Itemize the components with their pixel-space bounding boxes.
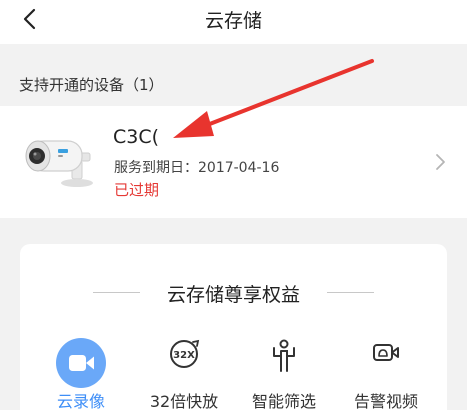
feature-smart-filter[interactable]: 智能筛选 [238, 336, 330, 410]
feature-32x-playback[interactable]: 32X 32倍快放 [138, 336, 230, 410]
page-title: 云存储 [204, 10, 262, 32]
service-expiry-date: 服务到期日：2017-04-16 [114, 160, 280, 176]
feature-label: 智能筛选 [251, 392, 316, 410]
video-camera-icon [56, 338, 106, 388]
feature-label: 云录像 [56, 392, 105, 410]
supported-devices-label: 支持开通的设备（1） [19, 76, 164, 94]
svg-text:32X: 32X [173, 350, 195, 361]
expired-status: 已过期 [114, 181, 160, 199]
title-divider-right [327, 292, 374, 293]
benefits-title: 云存储尊享权益 [166, 284, 300, 306]
person-filter-icon [273, 339, 295, 372]
device-list-item[interactable]: C3C( 服务到期日：2017-04-16 已过期 [0, 106, 467, 218]
device-name: C3C( [113, 126, 160, 148]
feature-alarm-video[interactable]: 告警视频 [340, 336, 432, 410]
chevron-right-icon[interactable] [432, 152, 448, 172]
feature-label: 告警视频 [353, 392, 418, 410]
feature-cloud-recording[interactable]: 云录像 [35, 336, 127, 410]
benefits-card: 云存储尊享权益 云录像 32X 32倍快放 智能筛选 告警视频 [20, 244, 447, 410]
speed-32x-icon: 32X [170, 339, 200, 368]
alarm-video-icon [373, 344, 399, 361]
camera-device-icon [25, 140, 93, 187]
nav-bar: 云存储 [0, 0, 467, 44]
feature-label: 32倍快放 [149, 392, 219, 410]
section-header: 支持开通的设备（1） [0, 44, 467, 106]
